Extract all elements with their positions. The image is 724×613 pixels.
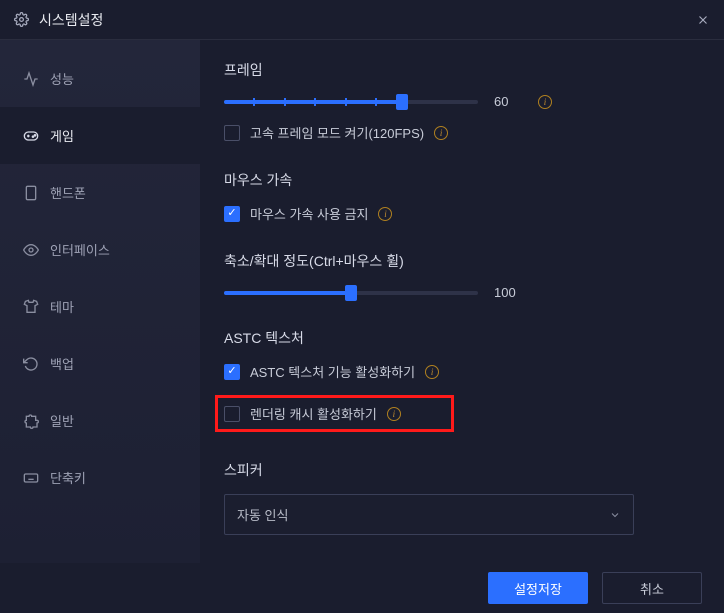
sidebar-item-phone[interactable]: 핸드폰 [0,164,200,221]
speaker-section: 스피커 자동 인식 [224,460,694,535]
gear-icon [14,12,29,27]
sidebar-item-theme[interactable]: 테마 [0,278,200,335]
section-title-speaker: 스피커 [224,460,694,480]
sidebar-item-label: 백업 [50,354,74,373]
sidebar-item-label: 테마 [50,297,74,316]
sidebar-item-label: 성능 [50,69,74,88]
close-icon[interactable] [696,13,710,27]
info-icon[interactable]: i [425,365,439,379]
zoom-section: 축소/확대 정도(Ctrl+마우스 휠) 100 [224,251,694,300]
section-title-astc: ASTC 텍스처 [224,328,694,348]
section-title-mouse: 마우스 가속 [224,170,694,190]
titlebar: 시스템설정 [0,0,724,40]
sidebar-item-label: 단축키 [50,468,86,487]
render-cache-checkbox[interactable] [224,406,240,422]
speaker-selected: 자동 인식 [237,505,288,524]
rotate-icon [22,356,40,372]
sidebar-item-performance[interactable]: 성능 [0,50,200,107]
footer: 설정저장 취소 [0,563,724,613]
sidebar-item-label: 인터페이스 [50,240,110,259]
highspeed-label: 고속 프레임 모드 켜기(120FPS) [250,123,424,142]
sidebar-item-backup[interactable]: 백업 [0,335,200,392]
astc-enable-label: ASTC 텍스처 기능 활성화하기 [250,362,415,381]
speaker-select[interactable]: 자동 인식 [224,494,634,535]
sidebar-item-label: 일반 [50,411,74,430]
highlight-box: 렌더링 캐시 활성화하기 i [215,395,454,432]
zoom-value: 100 [494,285,528,300]
sidebar: 성능 게임 핸드폰 인터페이스 테마 [0,40,200,563]
render-cache-label: 렌더링 캐시 활성화하기 [250,404,377,423]
info-icon[interactable]: i [434,126,448,140]
section-title-frame: 프레임 [224,60,694,80]
sidebar-item-label: 핸드폰 [50,183,86,202]
info-icon[interactable]: i [378,207,392,221]
phone-icon [22,185,40,201]
section-title-zoom: 축소/확대 정도(Ctrl+마우스 휠) [224,251,694,271]
window-title: 시스템설정 [39,10,103,30]
eye-icon [22,242,40,258]
cancel-button[interactable]: 취소 [602,572,702,604]
info-icon[interactable]: i [538,95,552,109]
mouse-section: 마우스 가속 마우스 가속 사용 금지 i [224,170,694,223]
mouse-disable-checkbox[interactable] [224,206,240,222]
chevron-down-icon [609,509,621,521]
zoom-slider[interactable] [224,291,478,295]
frame-section: 프레임 60 i 고속 프레임 모드 켜기(120FPS) i [224,60,694,142]
sidebar-item-general[interactable]: 일반 [0,392,200,449]
puzzle-icon [22,413,40,429]
highspeed-checkbox[interactable] [224,125,240,141]
sidebar-item-shortcuts[interactable]: 단축키 [0,449,200,506]
sidebar-item-game[interactable]: 게임 [0,107,200,164]
astc-enable-checkbox[interactable] [224,364,240,380]
frame-value: 60 [494,94,528,109]
mouse-disable-label: 마우스 가속 사용 금지 [250,204,368,223]
main-content: 프레임 60 i 고속 프레임 모드 켜기(120FPS) i [200,40,724,563]
sidebar-item-interface[interactable]: 인터페이스 [0,221,200,278]
astc-section: ASTC 텍스처 ASTC 텍스처 기능 활성화하기 i 렌더링 캐시 활성화하… [224,328,694,432]
save-button[interactable]: 설정저장 [488,572,588,604]
keyboard-icon [22,470,40,486]
gamepad-icon [22,128,40,144]
info-icon[interactable]: i [387,407,401,421]
frame-slider[interactable] [224,100,478,104]
shirt-icon [22,299,40,315]
sidebar-item-label: 게임 [50,126,74,145]
activity-icon [22,71,40,87]
